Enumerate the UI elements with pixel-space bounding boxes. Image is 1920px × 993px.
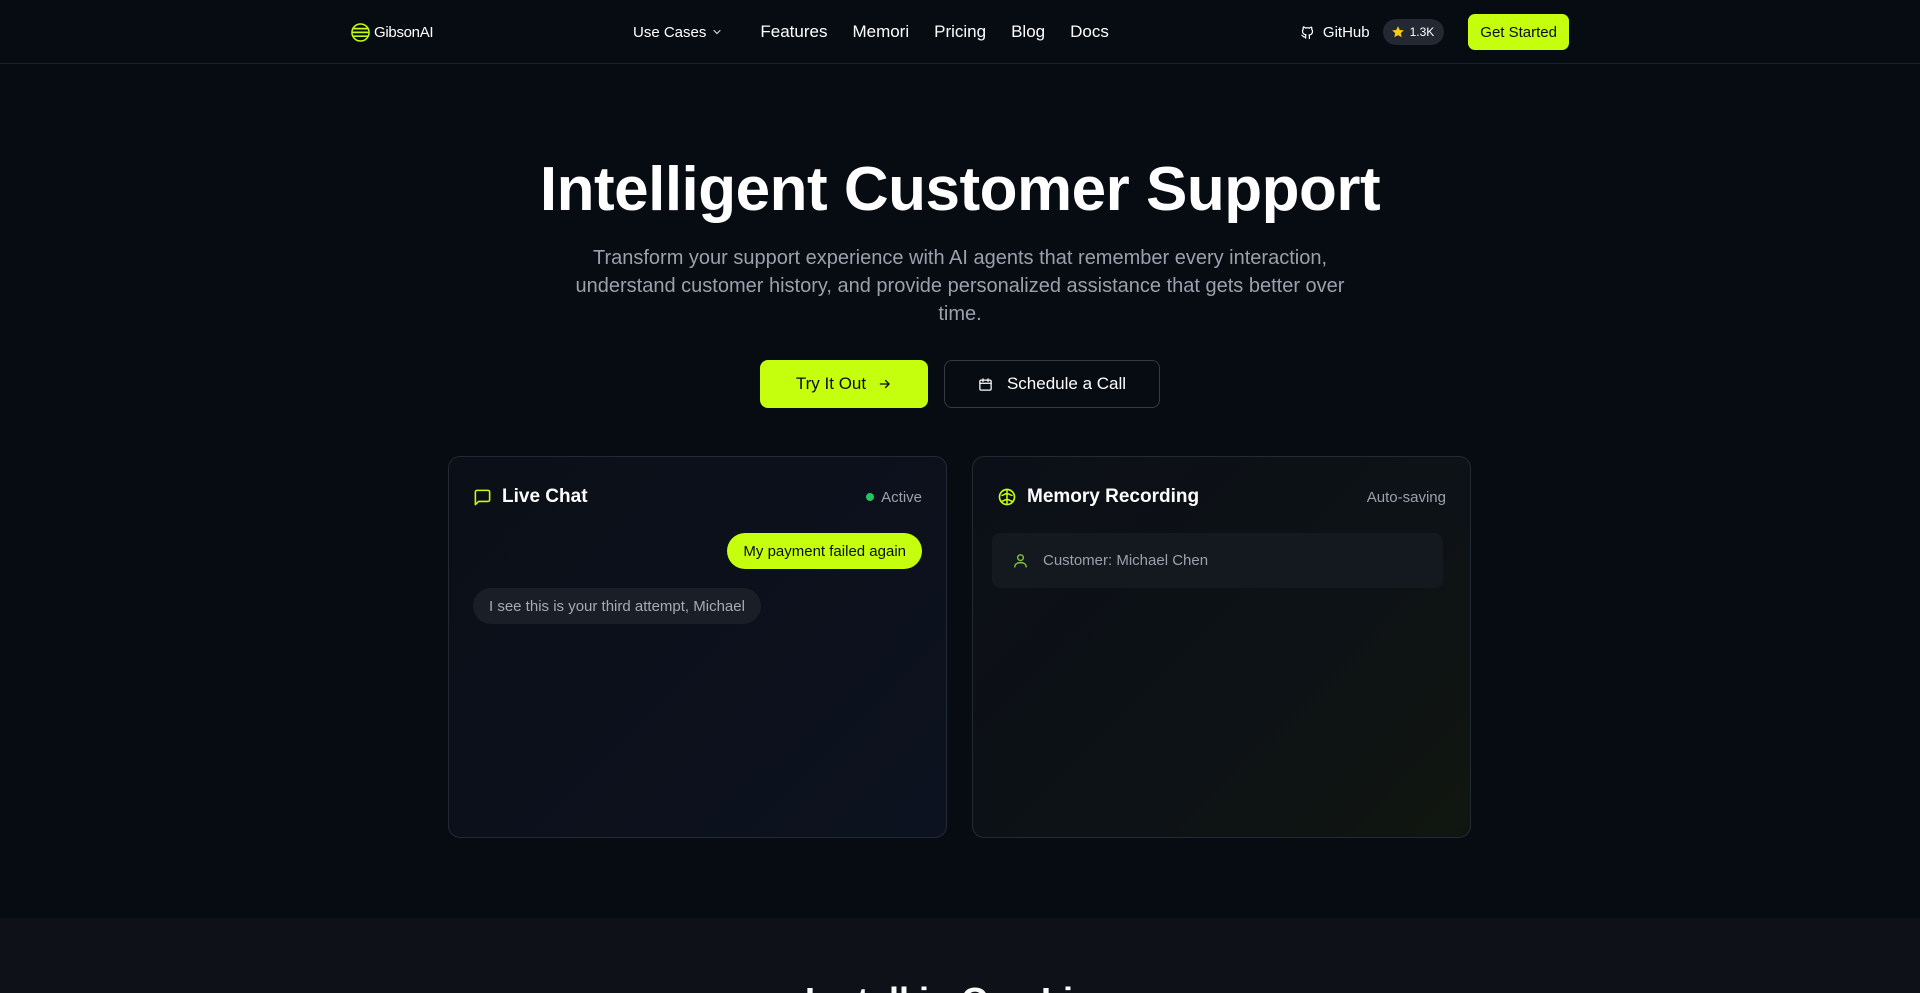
user-icon: [1014, 554, 1027, 568]
get-started-button[interactable]: Get Started: [1468, 14, 1569, 50]
star-icon: [1391, 26, 1404, 38]
memory-title: Memory Recording: [1027, 486, 1200, 507]
brand-name: GibsonAI: [374, 23, 434, 41]
memory-header: Memory Recording Auto-saving: [997, 485, 1446, 509]
chat-status-label: Active: [881, 488, 922, 506]
nav-use-cases-label: Use Cases: [633, 23, 707, 41]
gibson-logo-icon: [351, 22, 370, 42]
live-chat-header: Live Chat Active: [473, 485, 922, 509]
top-navbar: GibsonAI Use Cases Features Memori Prici…: [0, 0, 1920, 64]
schedule-call-button[interactable]: Schedule a Call: [944, 360, 1160, 408]
github-icon: [1301, 25, 1314, 39]
main-nav: Use Cases Features Memori Pricing Blog D…: [633, 0, 1134, 64]
nav-actions: GitHub 1.3K Get Started: [1300, 14, 1569, 50]
github-stars-count: 1.3K: [1409, 25, 1435, 39]
memory-record-item: Customer: Michael Chen: [992, 533, 1443, 588]
live-chat-card: Live Chat Active My payment failed again…: [448, 456, 947, 838]
github-label: GitHub: [1322, 23, 1370, 41]
install-section-title: Install in One Line: [0, 980, 1920, 993]
memory-status-label: Auto-saving: [1366, 488, 1446, 506]
memory-recording-card: Memory Recording Auto-saving Customer: M…: [972, 456, 1471, 838]
try-it-out-label: Try It Out: [795, 374, 867, 393]
brand-logo[interactable]: GibsonAI: [351, 20, 434, 44]
memory-record-label: Customer: Michael Chen: [1043, 552, 1209, 569]
memory-title-group: Memory Recording: [997, 486, 1199, 508]
message-square-icon: [474, 489, 491, 505]
nav-use-cases-dropdown[interactable]: Use Cases: [633, 24, 722, 41]
calendar-icon: [979, 377, 992, 391]
nav-link-memori[interactable]: Memori: [852, 22, 909, 42]
user-message-bubble: My payment failed again: [727, 533, 922, 569]
nav-link-pricing[interactable]: Pricing: [934, 22, 986, 42]
github-link[interactable]: GitHub: [1300, 24, 1370, 41]
try-it-out-button[interactable]: Try It Out: [760, 360, 928, 408]
active-status-dot: [866, 493, 875, 501]
install-section: Install in One Line: [0, 918, 1920, 993]
github-stars-badge[interactable]: 1.3K: [1382, 19, 1445, 45]
nav-link-docs[interactable]: Docs: [1070, 22, 1109, 42]
arrow-right-icon: [879, 379, 890, 389]
hero-title: Intelligent Customer Support: [539, 155, 1381, 224]
brain-icon: [998, 488, 1016, 506]
hero-subtitle: Transform your support experience with A…: [575, 247, 1345, 325]
memory-status: Auto-saving: [1367, 489, 1446, 506]
hero-cta-row: Try It Out Schedule a Call: [760, 360, 1160, 408]
live-chat-title-group: Live Chat: [473, 486, 588, 508]
chat-status: Active: [866, 489, 922, 506]
nav-link-features[interactable]: Features: [760, 22, 827, 42]
agent-message-bubble: I see this is your third attempt, Michae…: [473, 588, 761, 624]
live-chat-title: Live Chat: [502, 486, 588, 507]
nav-link-blog[interactable]: Blog: [1011, 22, 1045, 42]
schedule-call-label: Schedule a Call: [1006, 374, 1127, 393]
chevron-down-icon: [713, 29, 721, 35]
